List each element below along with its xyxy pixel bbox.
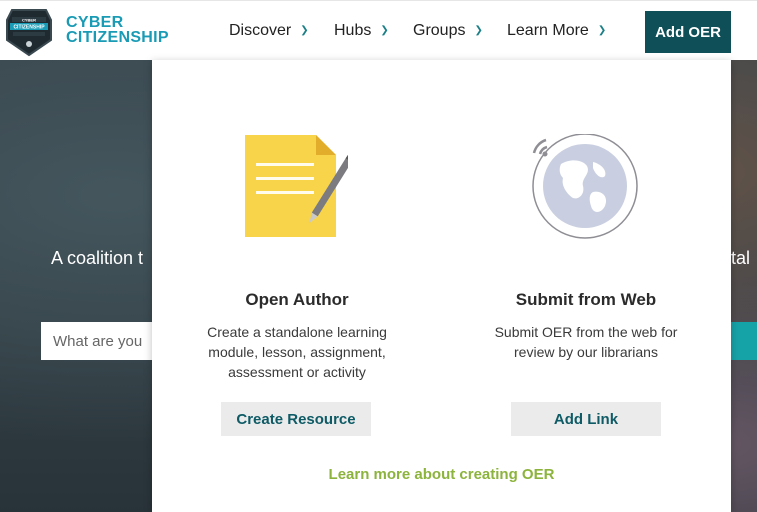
open-author-description: Create a standalone learning module, les… xyxy=(152,322,442,382)
open-author-title: Open Author xyxy=(245,290,349,309)
site-header: CITIZENSHIP CYBER CYBER CITIZENSHIP Disc… xyxy=(0,0,757,60)
nav-hubs[interactable]: Hubs ❯ xyxy=(334,1,389,61)
add-link-button[interactable]: Add Link xyxy=(511,402,661,436)
hero-tagline: A coalition t xyxy=(51,248,144,268)
brand-line-2: CITIZENSHIP xyxy=(66,29,169,46)
svg-text:CITIZENSHIP: CITIZENSHIP xyxy=(13,25,45,31)
nav-learn-more-label: Learn More xyxy=(507,22,589,39)
nav-hubs-label: Hubs xyxy=(334,22,372,39)
add-oer-dropdown-panel: Open Author Create a standalone learning… xyxy=(152,60,731,512)
nav-discover-label: Discover xyxy=(229,22,292,39)
nav-discover[interactable]: Discover ❯ xyxy=(229,1,309,61)
submit-web-desc-line: review by our librarians xyxy=(514,344,658,360)
submit-web-title: Submit from Web xyxy=(515,290,657,309)
nav-groups[interactable]: Groups ❯ xyxy=(413,1,483,61)
chevron-down-icon: ❯ xyxy=(474,24,483,36)
brand-line-1: CYBER xyxy=(66,14,124,31)
brand-name[interactable]: CYBER CITIZENSHIP xyxy=(66,14,169,46)
submit-web-desc-line: Submit OER from the web for xyxy=(494,324,678,340)
hero-tagline-continued: tal xyxy=(731,248,751,268)
cyber-citizenship-badge-icon[interactable]: CITIZENSHIP CYBER xyxy=(4,6,54,58)
chevron-down-icon: ❯ xyxy=(380,24,389,36)
chevron-down-icon: ❯ xyxy=(597,24,607,36)
document-pencil-icon xyxy=(245,135,348,237)
open-author-desc-line: assessment or activity xyxy=(228,364,366,380)
open-author-desc-line: Create a standalone learning xyxy=(207,324,387,340)
nav-learn-more[interactable]: Learn More ❯ xyxy=(507,1,606,61)
learn-more-creating-oer-link[interactable]: Learn more about creating OER xyxy=(152,466,731,483)
nav-groups-label: Groups xyxy=(413,22,466,39)
search-button[interactable] xyxy=(731,322,757,360)
globe-icon xyxy=(532,134,638,239)
search-input[interactable] xyxy=(41,322,153,360)
submit-web-description: Submit OER from the web for review by ou… xyxy=(441,322,731,362)
svg-text:CYBER: CYBER xyxy=(22,17,36,22)
chevron-down-icon: ❯ xyxy=(300,24,309,36)
create-resource-button[interactable]: Create Resource xyxy=(221,402,371,436)
open-author-desc-line: module, lesson, assignment, xyxy=(208,344,386,360)
add-oer-button[interactable]: Add OER xyxy=(645,11,731,53)
